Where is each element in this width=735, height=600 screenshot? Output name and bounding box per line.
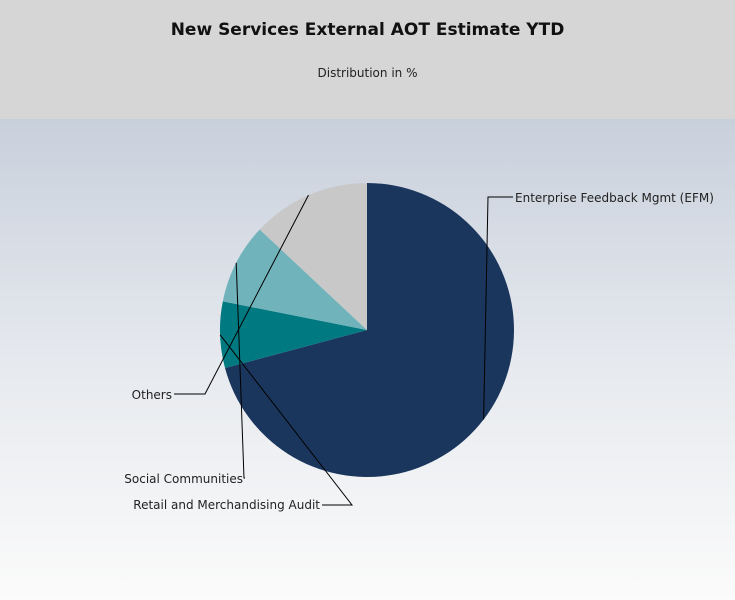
data-label-others: Others xyxy=(132,388,172,402)
data-label-enterprise-feedback-mgmt-efm: Enterprise Feedback Mgmt (EFM) xyxy=(515,191,714,205)
data-label-retail-and-merchandising-audit: Retail and Merchandising Audit xyxy=(133,498,320,512)
pie-chart: Enterprise Feedback Mgmt (EFM) Retail and… xyxy=(124,183,714,512)
data-label-social-communities: Social Communities xyxy=(124,472,243,486)
